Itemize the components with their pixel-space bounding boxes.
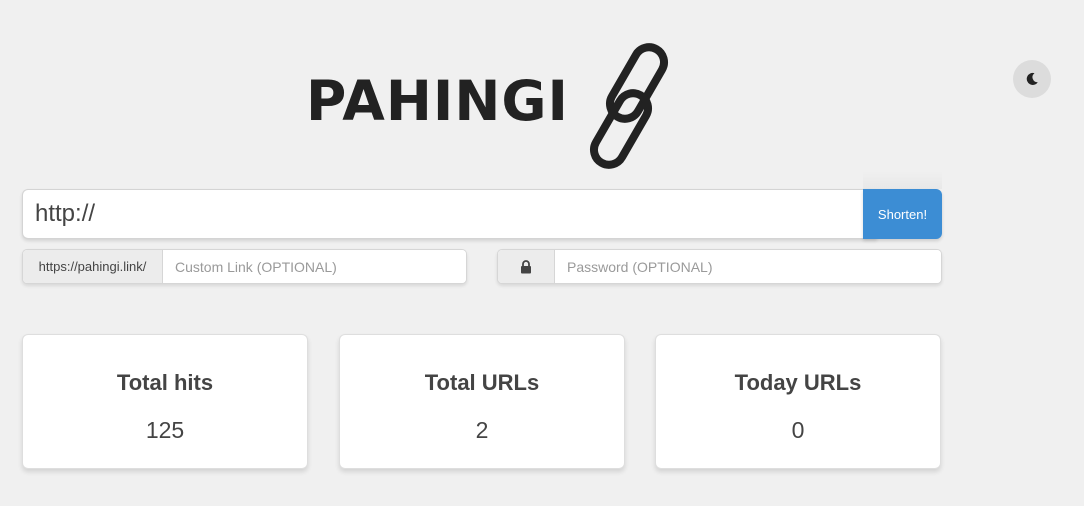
stat-title: Total hits bbox=[116, 370, 214, 395]
theme-toggle-button[interactable] bbox=[1013, 60, 1051, 98]
password-prefix bbox=[498, 250, 555, 283]
long-url-input[interactable] bbox=[22, 189, 877, 239]
page: PAHINGI Shorten! https://pahingi.link/ bbox=[0, 0, 1084, 506]
custom-link-input[interactable] bbox=[163, 250, 466, 283]
button-shadow-strip bbox=[863, 171, 942, 189]
password-group bbox=[497, 249, 942, 284]
moon-icon bbox=[1026, 72, 1038, 85]
stat-value: 0 bbox=[791, 417, 805, 443]
url-shortener-form: Shorten! bbox=[22, 171, 942, 239]
custom-link-group: https://pahingi.link/ bbox=[22, 249, 467, 284]
stat-title: Today URLs bbox=[734, 370, 862, 395]
chain-link-icon bbox=[590, 43, 668, 169]
stat-card-total-urls: Total URLs 2 bbox=[339, 334, 625, 469]
custom-link-prefix: https://pahingi.link/ bbox=[23, 250, 163, 283]
stat-card-total-hits: Total hits 125 bbox=[22, 334, 308, 469]
stat-card-today-urls: Today URLs 0 bbox=[655, 334, 941, 469]
stat-title: Total URLs bbox=[424, 370, 540, 395]
lock-icon bbox=[521, 259, 531, 273]
logo-text: PAHINGI bbox=[306, 69, 569, 133]
shorten-button[interactable]: Shorten! bbox=[863, 189, 942, 239]
logo: PAHINGI bbox=[306, 40, 676, 175]
password-input[interactable] bbox=[555, 250, 941, 283]
stat-value: 2 bbox=[475, 417, 489, 443]
stat-value: 125 bbox=[145, 417, 185, 443]
